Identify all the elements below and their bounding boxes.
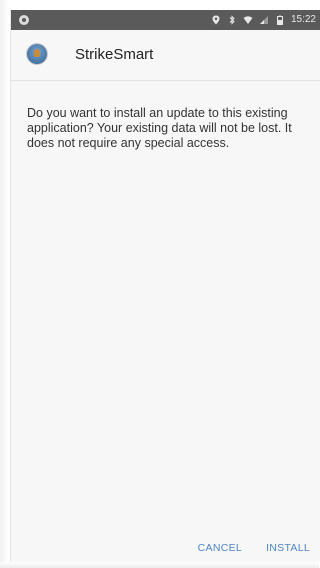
app-logo-icon (27, 44, 47, 64)
frame-shadow-bottom (0, 562, 319, 568)
screen: 15:22 StrikeSmart Do you want to install… (10, 10, 320, 562)
device-frame: 15:22 StrikeSmart Do you want to install… (0, 0, 320, 568)
location-icon (211, 15, 221, 25)
install-message: Do you want to install an update to this… (27, 106, 292, 150)
status-icons: 15:22 (211, 13, 316, 27)
app-header: StrikeSmart (11, 30, 320, 81)
wifi-icon (243, 15, 253, 25)
cancel-button[interactable]: CANCEL (198, 542, 242, 554)
battery-icon (275, 15, 285, 25)
signal-icon (259, 15, 269, 25)
frame-shadow-left (0, 0, 8, 568)
app-title: StrikeSmart (75, 46, 154, 63)
bluetooth-icon (227, 15, 237, 25)
status-bar: 15:22 (11, 10, 320, 30)
dialog-actions: CANCEL INSTALL (198, 542, 310, 554)
install-button[interactable]: INSTALL (266, 542, 310, 554)
notification-icon (19, 15, 29, 25)
status-time: 15:22 (290, 14, 316, 25)
